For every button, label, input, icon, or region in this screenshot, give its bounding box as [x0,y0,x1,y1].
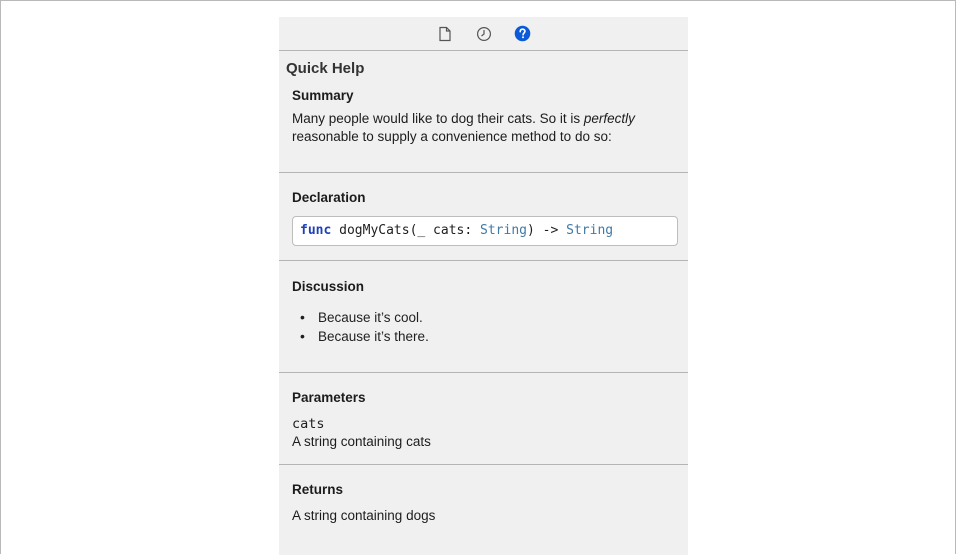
code-param-type[interactable]: String [480,223,527,238]
summary-section: Summary Many people would like to dog th… [279,82,688,173]
discussion-heading: Discussion [292,279,365,294]
declaration-code[interactable]: func dogMyCats(_ cats: String) -> String [292,216,678,246]
code-return-type[interactable]: String [566,223,613,238]
returns-description: A string containing dogs [292,508,436,523]
parameters-heading: Parameters [292,390,366,405]
code-keyword: func [300,223,332,238]
quick-help-panel: Quick Help Summary Many people would lik… [279,17,688,555]
returns-heading: Returns [292,482,344,497]
summary-emphasis: perfectly [583,111,635,126]
inspector-toolbar [279,17,688,51]
parameters-section: Parameters cats A string containing cats [279,373,688,465]
summary-heading: Summary [292,88,354,103]
list-item: Because it’s cool. [300,308,678,327]
summary-text: Many people would like to dog their cats… [292,111,635,144]
declaration-section: Declaration func dogMyCats(_ cats: Strin… [279,173,688,261]
list-item: Because it’s there. [300,327,678,346]
declaration-heading: Declaration [292,190,366,205]
panel-title: Quick Help [286,60,365,77]
returns-section: Returns A string containing dogs [279,465,688,535]
discussion-section: Discussion Because it’s cool. Because it… [279,261,688,373]
quick-help-icon[interactable] [513,24,533,44]
history-inspector-icon[interactable] [474,24,494,44]
parameter-name: cats [292,416,325,432]
parameter-description: A string containing cats [292,434,431,449]
file-inspector-icon[interactable] [435,24,455,44]
discussion-list: Because it’s cool. Because it’s there. [292,308,678,346]
